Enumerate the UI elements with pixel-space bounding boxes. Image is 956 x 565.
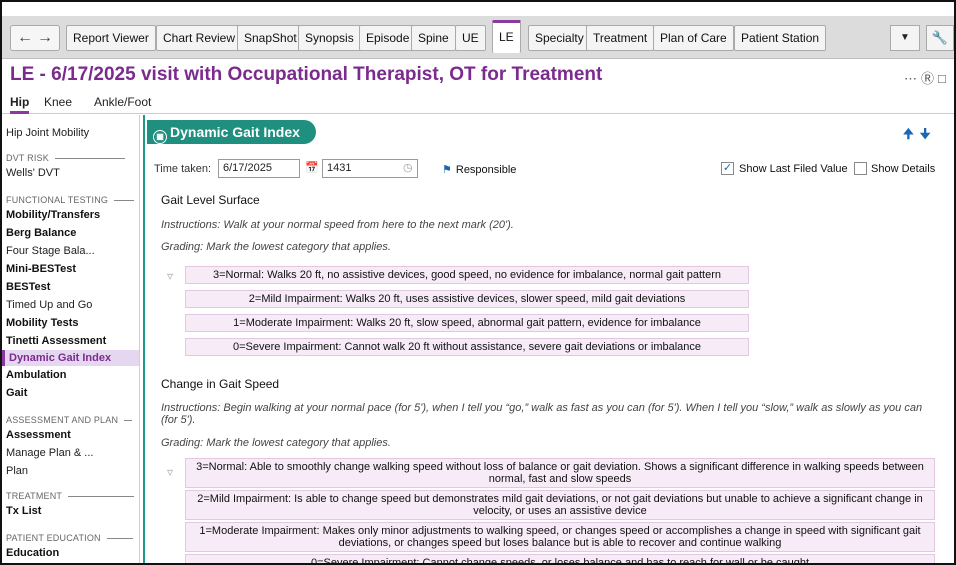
- tab-snapshot[interactable]: SnapShot: [237, 25, 304, 51]
- divider: [124, 419, 133, 421]
- forward-arrow-icon[interactable]: →: [37, 29, 53, 47]
- nav-plan[interactable]: Plan: [6, 465, 28, 477]
- option-cgs-1[interactable]: 1=Moderate Impairment: Makes only minor …: [185, 522, 935, 552]
- nav-tinetti-assessment[interactable]: Tinetti Assessment: [6, 335, 106, 347]
- subtab-knee[interactable]: Knee: [44, 95, 72, 109]
- grid-icon: ▦: [153, 130, 167, 144]
- nav-mobility-tests[interactable]: Mobility Tests: [6, 317, 79, 329]
- nav-heading-label: DVT Risk: [6, 153, 49, 163]
- activity-tab-bar: ← → Report Viewer Chart Review SnapShot S…: [2, 16, 954, 59]
- tab-synopsis[interactable]: Synopsis: [298, 25, 361, 51]
- more-options-icon[interactable]: ⋯: [904, 71, 921, 86]
- grading-text: Grading: Mark the lowest category that a…: [161, 241, 391, 253]
- nav-timed-up-and-go[interactable]: Timed Up and Go: [6, 299, 92, 311]
- nav-berg-balance[interactable]: Berg Balance: [6, 227, 76, 239]
- tab-chart-review[interactable]: Chart Review: [156, 25, 243, 51]
- grading-text: Grading: Mark the lowest category that a…: [161, 437, 391, 449]
- nav-heading-label: Patient Education: [6, 533, 101, 543]
- nav-gait[interactable]: Gait: [6, 387, 27, 399]
- tab-ue[interactable]: UE: [455, 25, 486, 51]
- chevron-down-icon: ▼: [900, 32, 910, 43]
- show-last-filed-checkbox[interactable]: ✓: [721, 162, 734, 175]
- option-gls-2[interactable]: 2=Mild Impairment: Walks 20 ft, uses ass…: [185, 290, 749, 308]
- date-field[interactable]: 6/17/2025: [218, 159, 300, 178]
- section-header: ▦ Dynamic Gait Index: [147, 120, 316, 144]
- tab-le[interactable]: LE: [492, 20, 521, 53]
- time-taken-row: Time taken: 6/17/2025 📅 1431 ◷ ⚑ Responsi…: [154, 159, 952, 179]
- nav-wells-dvt[interactable]: Wells' DVT: [6, 167, 60, 179]
- nav-heading-dvt-risk: DVT Risk: [6, 153, 125, 163]
- divider: [68, 495, 135, 497]
- nav-education[interactable]: Education: [6, 547, 59, 559]
- nav-heading-assessment-and-plan: Assessment And Plan: [6, 415, 133, 425]
- subtab-hip[interactable]: Hip: [10, 95, 30, 114]
- nav-manage-plan[interactable]: Manage Plan & ...: [6, 447, 93, 459]
- subtab-ankle-foot[interactable]: Ankle/Foot: [94, 95, 151, 109]
- instructions-text: Instructions: Begin walking at your norm…: [161, 402, 923, 426]
- nav-mobility-transfers[interactable]: Mobility/Transfers: [6, 209, 100, 221]
- nav-heading-label: Treatment: [6, 491, 63, 501]
- option-gls-3[interactable]: 3=Normal: Walks 20 ft, no assistive devi…: [185, 266, 749, 284]
- nav-heading-label: Functional Testing: [6, 195, 109, 205]
- title-actions: ⋯Ⓡ□: [904, 68, 950, 87]
- page-title: LE - 6/17/2025 visit with Occupational T…: [10, 64, 603, 85]
- wrench-icon: 🔧: [931, 30, 949, 45]
- show-details-label: Show Details: [871, 163, 936, 175]
- divider: [114, 199, 135, 201]
- instructions-text: Instructions: Walk at your normal speed …: [161, 219, 514, 231]
- tab-spine[interactable]: Spine: [411, 25, 456, 51]
- back-forward-buttons[interactable]: ← →: [10, 25, 60, 51]
- section-navigator: Hip Joint Mobility DVT Risk Wells' DVT F…: [2, 115, 140, 563]
- calendar-icon[interactable]: 📅: [305, 161, 319, 174]
- nav-dynamic-gait-index[interactable]: Dynamic Gait Index: [2, 350, 139, 366]
- nav-heading-functional-testing: Functional Testing: [6, 195, 135, 205]
- divider: [54, 157, 125, 159]
- section-header-label: Dynamic Gait Index: [170, 124, 300, 140]
- time-taken-label: Time taken:: [154, 163, 212, 175]
- tab-specialty[interactable]: Specialty: [528, 25, 591, 51]
- tab-patient-station[interactable]: Patient Station: [734, 25, 827, 51]
- responsible-link[interactable]: ⚑ Responsible: [442, 163, 516, 176]
- arrow-up-icon[interactable]: 🠉: [903, 126, 920, 141]
- option-cgs-2[interactable]: 2=Mild Impairment: Is able to change spe…: [185, 490, 935, 520]
- clock-icon[interactable]: ◷: [403, 161, 413, 174]
- nav-heading-patient-education: Patient Education: [6, 533, 133, 543]
- option-gls-1[interactable]: 1=Moderate Impairment: Walks 20 ft, slow…: [185, 314, 749, 332]
- section-nav-arrows: 🠉🠋: [903, 125, 937, 147]
- option-gls-0[interactable]: 0=Severe Impairment: Cannot walk 20 ft w…: [185, 338, 749, 356]
- nav-mini-bestest[interactable]: Mini-BESTest: [6, 263, 76, 275]
- nav-heading-treatment: Treatment: [6, 491, 135, 501]
- tab-report-viewer[interactable]: Report Viewer: [66, 25, 156, 51]
- person-icon: ⚑: [442, 164, 452, 176]
- nav-ambulation[interactable]: Ambulation: [6, 369, 67, 381]
- show-details-checkbox[interactable]: [854, 162, 867, 175]
- nav-four-stage-balance[interactable]: Four Stage Bala...: [6, 245, 95, 257]
- nav-bestest[interactable]: BESTest: [6, 281, 50, 293]
- option-cgs-3[interactable]: 3=Normal: Able to smoothly change walkin…: [185, 458, 935, 488]
- back-arrow-icon[interactable]: ←: [17, 29, 33, 47]
- flag-icon: ▿: [167, 465, 174, 479]
- nav-assessment[interactable]: Assessment: [6, 429, 71, 441]
- arrow-down-icon[interactable]: 🠋: [920, 126, 937, 141]
- tab-plan-of-care[interactable]: Plan of Care: [653, 25, 734, 51]
- wrench-button[interactable]: 🔧: [926, 25, 954, 51]
- section-title-change-in-gait-speed: Change in Gait Speed: [161, 377, 280, 391]
- help-icon[interactable]: Ⓡ: [921, 71, 938, 86]
- nav-hip-joint-mobility[interactable]: Hip Joint Mobility: [6, 127, 89, 139]
- body-region-tabs: Hip Knee Ankle/Foot: [2, 92, 954, 114]
- tab-episode[interactable]: Episode: [359, 25, 417, 51]
- tab-overflow-dropdown[interactable]: ▼: [890, 25, 920, 51]
- flag-icon: ▿: [167, 269, 174, 283]
- tab-treatment[interactable]: Treatment: [586, 25, 655, 51]
- nav-heading-label: Assessment And Plan: [6, 415, 119, 425]
- responsible-label: Responsible: [455, 164, 517, 176]
- divider: [106, 537, 133, 539]
- nav-tx-list[interactable]: Tx List: [6, 505, 41, 517]
- show-last-filed-label: Show Last Filed Value: [739, 163, 848, 175]
- window-icon[interactable]: □: [938, 71, 950, 86]
- section-title-gait-level-surface: Gait Level Surface: [161, 193, 260, 207]
- app-window: ← → Report Viewer Chart Review SnapShot S…: [0, 0, 956, 565]
- option-cgs-0[interactable]: 0=Severe Impairment: Cannot change speed…: [185, 554, 935, 563]
- flowsheet-panel: ▦ Dynamic Gait Index 🠉🠋 Time taken: 6/17/…: [143, 115, 954, 563]
